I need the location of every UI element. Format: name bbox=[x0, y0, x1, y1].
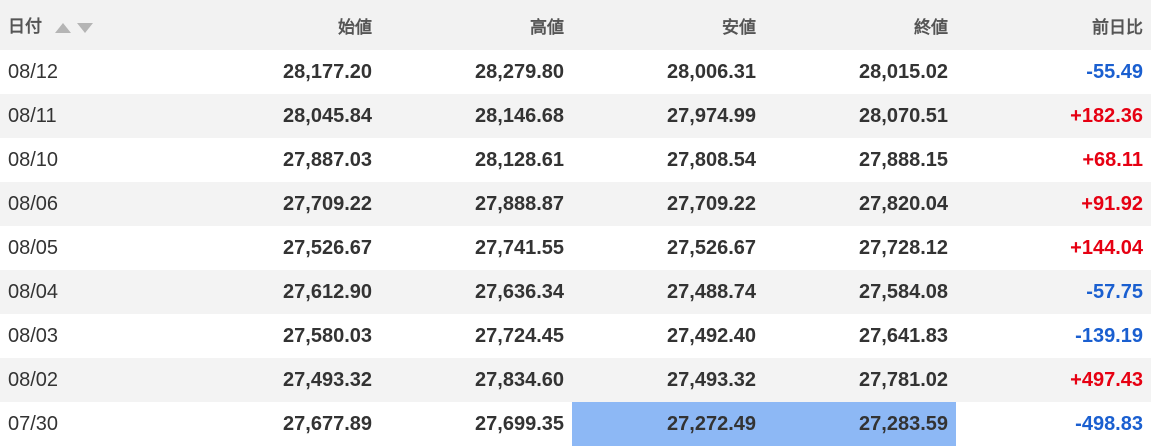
cell-date: 08/11 bbox=[8, 104, 57, 127]
cell-change: -498.83 bbox=[1075, 412, 1143, 435]
cell-close-selected[interactable]: 27,283.59 bbox=[764, 402, 956, 446]
table-row: 08/11 28,045.84 28,146.68 27,974.99 28,0… bbox=[0, 94, 1151, 138]
sort-ascending-icon[interactable] bbox=[54, 22, 71, 33]
sort-descending-icon[interactable] bbox=[76, 22, 93, 33]
cell-close: 27,728.12 bbox=[859, 236, 948, 259]
table-row: 08/04 27,612.90 27,636.34 27,488.74 27,5… bbox=[0, 270, 1151, 314]
stock-price-table: 日付 始値 高値 安値 終値 前日比 08/12 28,177.20 28,27… bbox=[0, 0, 1151, 446]
cell-high: 27,888.87 bbox=[475, 192, 564, 215]
cell-high: 27,834.60 bbox=[475, 368, 564, 391]
cell-high: 28,146.68 bbox=[475, 104, 564, 127]
cell-high: 28,128.61 bbox=[475, 148, 564, 171]
column-header-close: 終値 bbox=[914, 17, 948, 37]
cell-high: 28,279.80 bbox=[475, 60, 564, 83]
cell-open: 27,677.89 bbox=[283, 412, 372, 435]
cell-date: 08/12 bbox=[8, 60, 59, 83]
cell-date: 08/02 bbox=[8, 368, 59, 391]
table-row: 07/30 27,677.89 27,699.35 27,272.49 27,2… bbox=[0, 402, 1151, 446]
cell-low: 27,974.99 bbox=[667, 104, 756, 127]
cell-low: 27,709.22 bbox=[667, 192, 756, 215]
cell-low-selected[interactable]: 27,272.49 bbox=[572, 402, 764, 446]
column-header-date[interactable]: 日付 bbox=[0, 0, 188, 50]
table-row: 08/02 27,493.32 27,834.60 27,493.32 27,7… bbox=[0, 358, 1151, 402]
cell-close: 27,820.04 bbox=[859, 192, 948, 215]
cell-low: 27,488.74 bbox=[667, 280, 756, 303]
cell-low: 27,493.32 bbox=[667, 368, 756, 391]
cell-high: 27,741.55 bbox=[475, 236, 564, 259]
cell-date: 08/04 bbox=[8, 280, 59, 303]
column-header-low: 安値 bbox=[722, 17, 756, 37]
column-header-date-label: 日付 bbox=[8, 17, 42, 37]
cell-high: 27,636.34 bbox=[475, 280, 564, 303]
table-header-row: 日付 始値 高値 安値 終値 前日比 bbox=[0, 0, 1151, 50]
cell-date: 08/10 bbox=[8, 148, 59, 171]
cell-date: 07/30 bbox=[8, 412, 59, 435]
cell-close: 27,584.08 bbox=[859, 280, 948, 303]
cell-change: +68.11 bbox=[1082, 148, 1143, 171]
table-row: 08/12 28,177.20 28,279.80 28,006.31 28,0… bbox=[0, 50, 1151, 94]
cell-change: +182.36 bbox=[1070, 104, 1143, 127]
cell-open: 27,580.03 bbox=[283, 324, 372, 347]
cell-change: -55.49 bbox=[1086, 60, 1143, 83]
cell-change: -139.19 bbox=[1075, 324, 1143, 347]
cell-change: +497.43 bbox=[1070, 368, 1143, 391]
table-row: 08/05 27,526.67 27,741.55 27,526.67 27,7… bbox=[0, 226, 1151, 270]
cell-change: -57.75 bbox=[1086, 280, 1143, 303]
cell-high: 27,724.45 bbox=[475, 324, 564, 347]
cell-low: 27,808.54 bbox=[667, 148, 756, 171]
cell-date: 08/05 bbox=[8, 236, 59, 259]
cell-high: 27,699.35 bbox=[475, 412, 564, 435]
column-header-open: 始値 bbox=[338, 17, 372, 37]
table-row: 08/06 27,709.22 27,888.87 27,709.22 27,8… bbox=[0, 182, 1151, 226]
cell-open: 27,709.22 bbox=[283, 192, 372, 215]
cell-close: 28,070.51 bbox=[859, 104, 948, 127]
cell-open: 27,526.67 bbox=[283, 236, 372, 259]
cell-open: 28,177.20 bbox=[283, 60, 372, 83]
cell-date: 08/03 bbox=[8, 324, 59, 347]
table-row: 08/03 27,580.03 27,724.45 27,492.40 27,6… bbox=[0, 314, 1151, 358]
column-header-change: 前日比 bbox=[1092, 17, 1143, 37]
table-row: 08/10 27,887.03 28,128.61 27,808.54 27,8… bbox=[0, 138, 1151, 182]
cell-low: 28,006.31 bbox=[667, 60, 756, 83]
cell-change: +144.04 bbox=[1070, 236, 1143, 259]
cell-close: 27,781.02 bbox=[859, 368, 948, 391]
cell-close: 28,015.02 bbox=[859, 60, 948, 83]
cell-close: 27,641.83 bbox=[859, 324, 948, 347]
cell-date: 08/06 bbox=[8, 192, 59, 215]
cell-open: 27,612.90 bbox=[283, 280, 372, 303]
cell-open: 27,887.03 bbox=[283, 148, 372, 171]
cell-close: 27,888.15 bbox=[859, 148, 948, 171]
cell-low: 27,526.67 bbox=[667, 236, 756, 259]
cell-open: 28,045.84 bbox=[283, 104, 372, 127]
cell-open: 27,493.32 bbox=[283, 368, 372, 391]
column-header-high: 高値 bbox=[530, 17, 564, 37]
cell-change: +91.92 bbox=[1081, 192, 1143, 215]
sort-toggle[interactable] bbox=[54, 18, 99, 38]
cell-low: 27,492.40 bbox=[667, 324, 756, 347]
